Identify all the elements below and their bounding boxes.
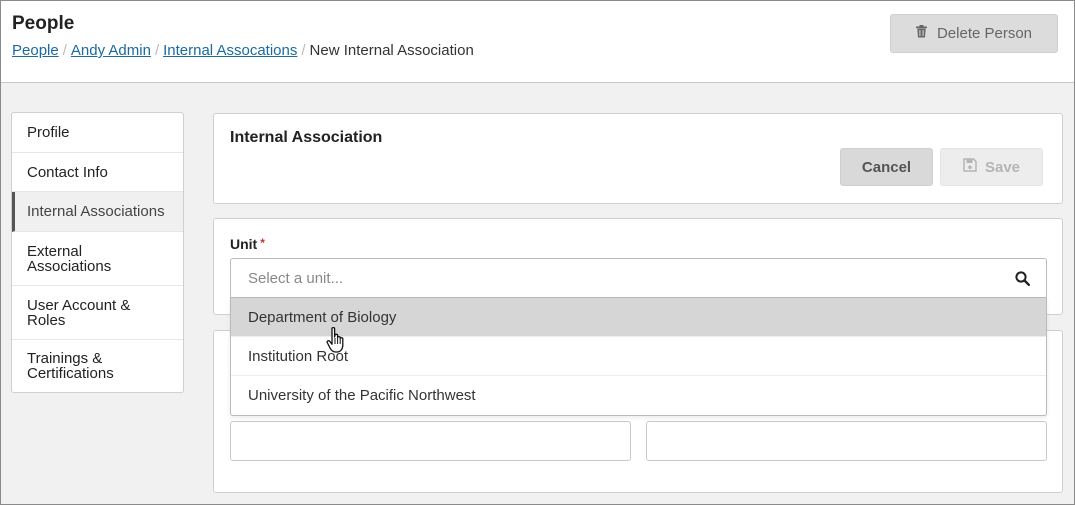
- unit-option-department-of-biology[interactable]: Department of Biology: [231, 298, 1046, 337]
- unit-label-text: Unit: [230, 236, 258, 252]
- sidebar-item-profile[interactable]: Profile: [12, 113, 183, 153]
- sidebar-nav: Profile Contact Info Internal Associatio…: [11, 112, 184, 393]
- sidebar-item-label: User Account & Roles: [27, 296, 131, 329]
- save-button[interactable]: Save: [940, 148, 1043, 186]
- form-title: Internal Association: [230, 129, 383, 146]
- breadcrumb-current: New Internal Association: [309, 42, 474, 59]
- breadcrumb-separator: /: [301, 42, 306, 59]
- search-icon[interactable]: [1015, 271, 1031, 291]
- trash-icon: [915, 25, 927, 42]
- sidebar-item-label: Profile: [27, 124, 70, 141]
- breadcrumb-separator: /: [154, 42, 160, 59]
- page-title: People: [12, 13, 75, 34]
- breadcrumb-person-link[interactable]: Andy Admin: [71, 42, 151, 59]
- page-header: People People / Andy Admin / Internal Assoca…: [1, 1, 1074, 83]
- unit-option-university-pacific-northwest[interactable]: University of the Pacific Northwest: [231, 376, 1046, 415]
- unit-select-input[interactable]: Select a unit...: [230, 258, 1047, 298]
- sidebar-item-trainings-certifications[interactable]: Trainings & Certifications: [12, 340, 183, 392]
- cancel-label: Cancel: [861, 158, 912, 176]
- delete-person-label: Delete Person: [936, 25, 1033, 42]
- unit-placeholder: Select a unit...: [248, 270, 344, 287]
- required-marker: *: [260, 236, 265, 250]
- hand-pointer-cursor-icon: [326, 326, 348, 359]
- breadcrumb: People / Andy Admin / Internal Assocations / N…: [12, 42, 474, 59]
- cancel-button[interactable]: Cancel: [840, 148, 933, 186]
- detail-field-left[interactable]: [230, 421, 631, 461]
- breadcrumb-internal-associations-link[interactable]: Internal Assocations: [163, 42, 297, 59]
- unit-dropdown-menu: Department of Biology Institution Root U…: [230, 298, 1047, 416]
- breadcrumb-separator: /: [62, 42, 67, 59]
- sidebar-item-external-associations[interactable]: External Associations: [12, 232, 183, 286]
- detail-field-right[interactable]: [646, 421, 1047, 461]
- sidebar-item-label: Trainings & Certifications: [27, 350, 114, 382]
- unit-label: Unit *: [230, 236, 265, 252]
- sidebar-item-label: Internal Associations: [27, 203, 165, 220]
- sidebar-item-label: External Associations: [27, 242, 112, 275]
- sidebar-item-label: Contact Info: [27, 163, 108, 181]
- save-label: Save: [984, 158, 1021, 176]
- sidebar-item-user-account-roles[interactable]: User Account & Roles: [12, 286, 183, 340]
- sidebar-item-contact-info[interactable]: Contact Info: [12, 153, 183, 192]
- delete-person-button[interactable]: Delete Person: [890, 14, 1058, 53]
- breadcrumb-people-link[interactable]: People: [12, 42, 59, 59]
- internal-association-header-panel: Internal Association Cancel Save: [213, 113, 1063, 204]
- unit-option-institution-root[interactable]: Institution Root: [231, 337, 1046, 376]
- sidebar-item-internal-associations[interactable]: Internal Associations: [12, 192, 183, 232]
- floppy-disk-icon: [963, 158, 977, 176]
